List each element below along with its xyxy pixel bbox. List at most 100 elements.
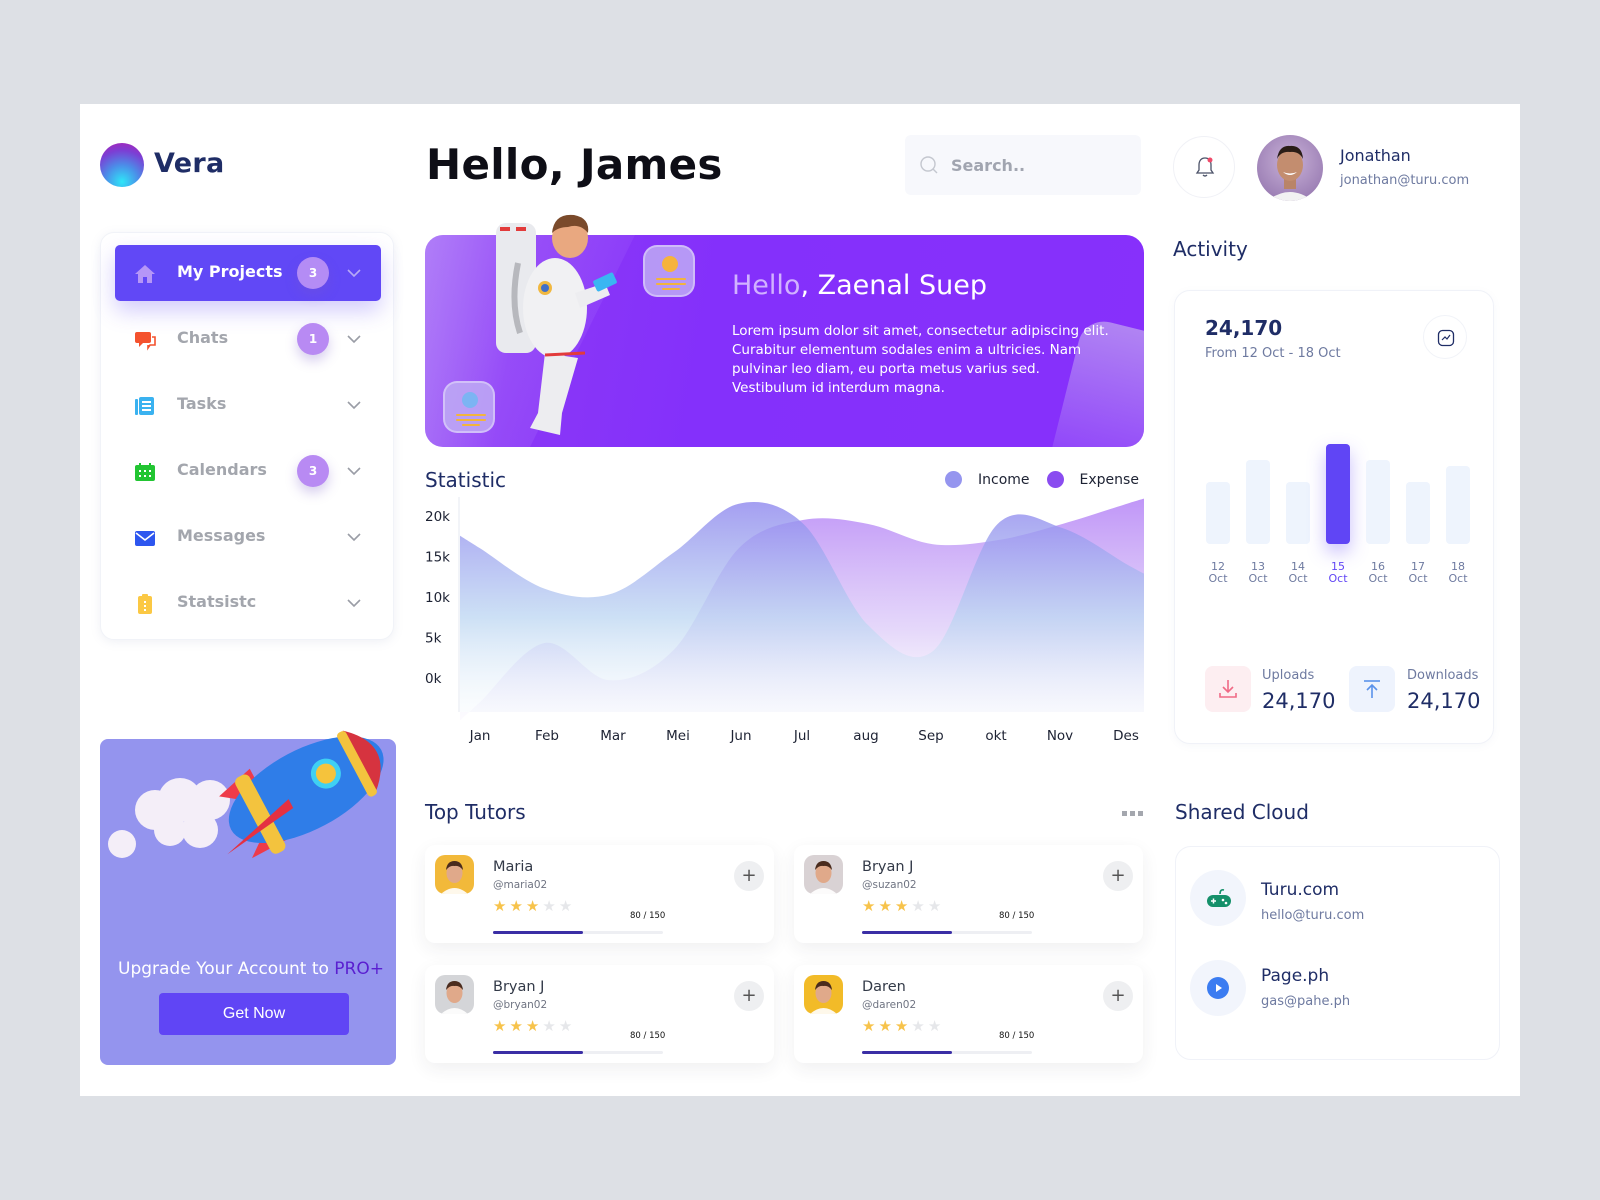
star-icon: ★ <box>558 897 576 915</box>
tutor-progress-bar <box>493 931 663 934</box>
sidebar-item-label: Chats <box>177 328 229 347</box>
star-icon: ★ <box>542 897 559 915</box>
shared-cloud-item[interactable]: Page.ph gas@pahe.ph <box>1190 960 1480 1030</box>
activity-bar[interactable] <box>1246 460 1270 544</box>
downloads-value: 24,170 <box>1407 689 1481 713</box>
add-tutor-button[interactable]: + <box>1103 861 1133 891</box>
tutor-progress-fill <box>862 1051 953 1054</box>
chevron-down-icon[interactable] <box>347 266 361 280</box>
add-tutor-button[interactable]: + <box>1103 981 1133 1011</box>
activity-bar[interactable] <box>1366 460 1390 544</box>
activity-total: 24,170 <box>1205 316 1283 340</box>
star-icon: ★ <box>493 897 510 915</box>
shared-cloud-item[interactable]: Turu.com hello@turu.com <box>1190 870 1480 940</box>
legend-label-expense: Expense <box>1079 471 1139 488</box>
tutor-score: 80 / 150 <box>630 1031 666 1041</box>
shared-cloud-email: hello@turu.com <box>1261 908 1365 923</box>
search-input[interactable] <box>951 151 1131 179</box>
mail-icon <box>135 531 155 546</box>
tutor-handle: @daren02 <box>862 999 917 1011</box>
tutor-name: Bryan J <box>493 979 545 995</box>
star-icon: ★ <box>927 1017 945 1035</box>
astronaut-illustration <box>496 214 617 435</box>
sidebar-item-my-projects[interactable]: My Projects 3 <box>115 245 381 301</box>
chevron-down-icon[interactable] <box>347 530 361 544</box>
chevron-down-icon[interactable] <box>347 596 361 610</box>
activity-title: Activity <box>1173 237 1248 261</box>
sidebar-item-chats[interactable]: Chats 1 <box>115 311 381 367</box>
user-avatar[interactable] <box>1257 135 1323 201</box>
tutor-card: Maria @maria02 ★★★★★ 80 / 150 + <box>425 845 774 943</box>
sidebar-item-tasks[interactable]: Tasks <box>115 377 381 433</box>
statistic-title: Statistic <box>425 468 507 492</box>
page-title: Hello, James <box>426 140 723 189</box>
star-icon: ★ <box>878 1017 895 1035</box>
chevron-down-icon[interactable] <box>347 464 361 478</box>
bell-icon <box>1195 157 1215 177</box>
legend-swatch-expense <box>1046 471 1064 488</box>
activity-bar[interactable] <box>1206 482 1230 544</box>
chevron-down-icon[interactable] <box>347 398 361 412</box>
tutor-card: Daren @daren02 ★★★★★ 80 / 150 + <box>794 965 1143 1063</box>
top-tutors-title: Top Tutors <box>425 800 526 824</box>
star-icon: ★ <box>927 897 945 915</box>
downloads-label: Downloads <box>1407 668 1479 683</box>
activity-bar[interactable] <box>1286 482 1310 544</box>
star-icon: ★ <box>894 1017 912 1035</box>
gamepad-icon <box>1207 889 1231 907</box>
download-arrow-icon <box>1219 680 1237 698</box>
banner-title: Hello, Zaenal Suep <box>732 270 987 301</box>
tutor-progress-bar <box>862 931 1032 934</box>
sidebar-item-label: Statsistc <box>177 592 257 611</box>
avatar-image <box>1267 145 1313 201</box>
star-icon: ★ <box>911 1017 928 1035</box>
star-icon: ★ <box>525 1017 543 1035</box>
activity-day-label: 15 Oct <box>1328 560 1348 585</box>
activity-chart-button[interactable] <box>1423 315 1467 359</box>
sidebar-item-badge: 3 <box>297 257 329 289</box>
chevron-down-icon[interactable] <box>347 332 361 346</box>
sidebar-item-statistic[interactable]: Statsistc <box>115 575 381 631</box>
activity-bar[interactable] <box>1446 466 1470 544</box>
sidebar-item-label: Messages <box>177 526 266 545</box>
star-icon: ★ <box>894 897 912 915</box>
tutor-avatar <box>804 975 843 1014</box>
more-options-button[interactable] <box>1122 808 1146 818</box>
activity-bar[interactable] <box>1406 482 1430 544</box>
tutor-rating: ★★★★★ <box>862 897 944 915</box>
clipboard-icon <box>138 594 152 614</box>
tutor-progress-fill <box>862 931 953 934</box>
tutor-avatar <box>435 855 474 894</box>
calendar-icon <box>135 463 155 481</box>
home-icon <box>135 265 155 283</box>
tutor-name: Bryan J <box>862 859 914 875</box>
brand-name: Vera <box>154 148 225 179</box>
trend-icon <box>1437 329 1455 347</box>
activity-bar[interactable] <box>1326 444 1350 544</box>
get-now-button[interactable]: Get Now <box>159 993 349 1035</box>
add-tutor-button[interactable]: + <box>734 981 764 1011</box>
activity-day-label: 13 Oct <box>1248 560 1268 585</box>
tutor-avatar <box>804 855 843 894</box>
upgrade-text: Upgrade Your Account to PRO+ <box>118 959 384 979</box>
tutor-rating: ★★★★★ <box>493 1017 575 1035</box>
sidebar-item-badge: 1 <box>297 323 329 355</box>
tutor-name: Daren <box>862 979 906 995</box>
star-icon: ★ <box>542 1017 559 1035</box>
heart-eyes-emoji-icon <box>662 256 678 272</box>
sidebar-item-badge: 3 <box>297 455 329 487</box>
sidebar-item-calendars[interactable]: Calendars 3 <box>115 443 381 499</box>
shared-cloud-name: Turu.com <box>1261 880 1340 900</box>
emoji-card <box>643 245 695 297</box>
chart-legend: Income Expense <box>945 471 1156 488</box>
search-box[interactable] <box>905 135 1141 195</box>
add-tutor-button[interactable]: + <box>734 861 764 891</box>
uploads-value: 24,170 <box>1262 689 1336 713</box>
star-icon: ★ <box>509 897 526 915</box>
star-icon: ★ <box>493 1017 510 1035</box>
tutor-handle: @bryan02 <box>493 999 548 1011</box>
notifications-button[interactable] <box>1173 136 1235 198</box>
star-icon: ★ <box>862 1017 879 1035</box>
sidebar-item-messages[interactable]: Messages <box>115 509 381 565</box>
star-icon: ★ <box>509 1017 526 1035</box>
